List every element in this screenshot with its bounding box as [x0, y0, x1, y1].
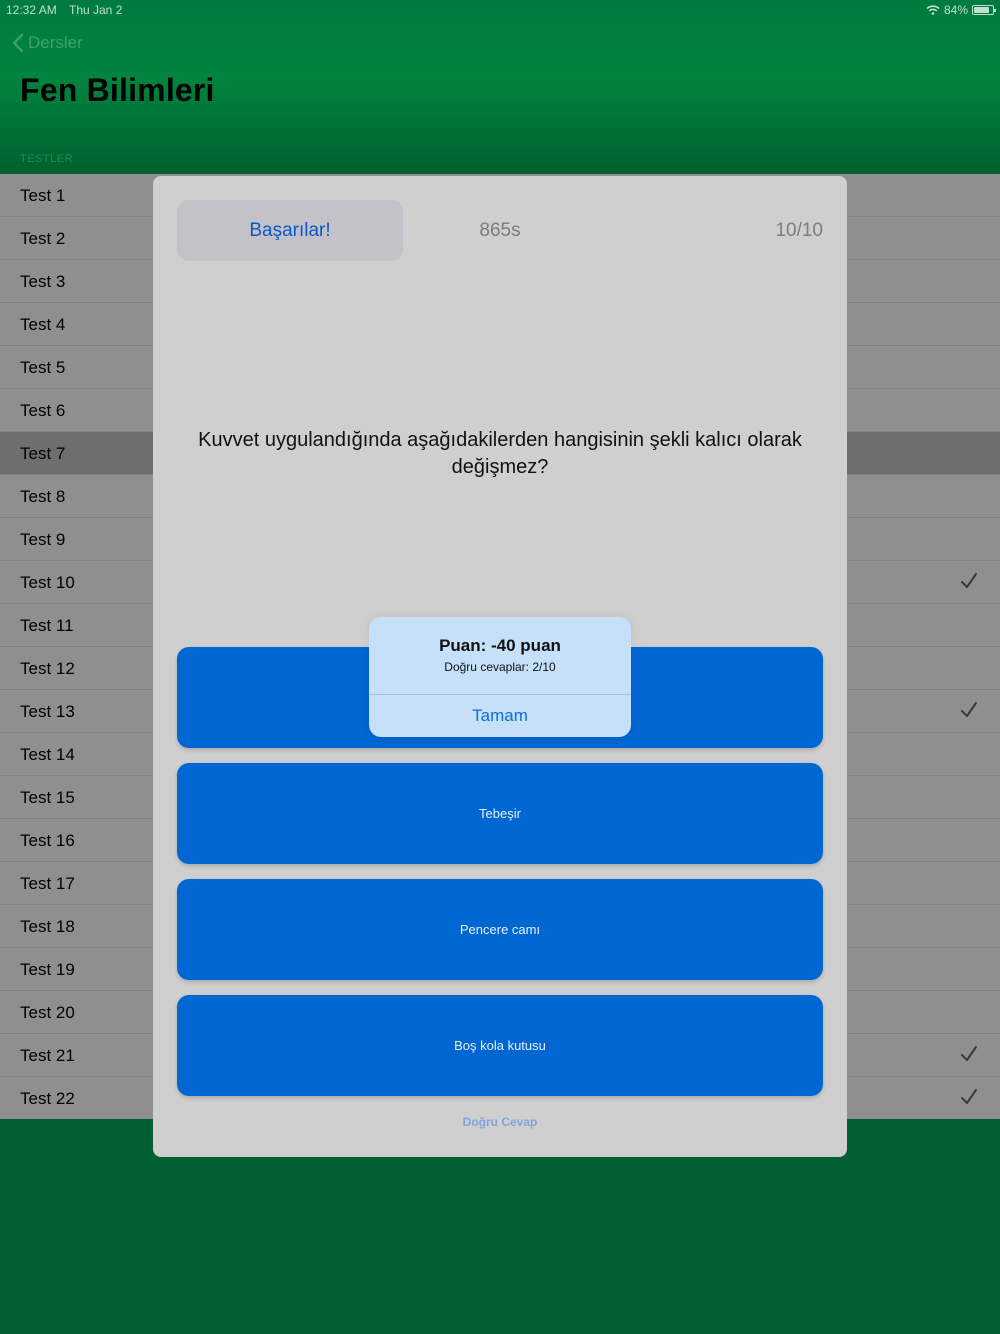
- list-item-label: Test 4: [20, 315, 66, 334]
- status-time: 12:32 AM: [6, 3, 57, 17]
- correct-answer-label: Doğru Cevap: [462, 1115, 538, 1129]
- chevron-left-icon: [12, 33, 24, 53]
- praise-button[interactable]: Başarılar!: [177, 200, 403, 261]
- list-item-label: Test 18: [20, 917, 75, 936]
- list-item-label: Test 11: [20, 616, 74, 635]
- checkmark-icon: [961, 573, 977, 588]
- checkmark-icon: [961, 1046, 977, 1061]
- list-item-label: Test 10: [20, 573, 75, 592]
- list-item-label: Test 5: [20, 358, 66, 377]
- list-item-label: Test 12: [20, 659, 75, 678]
- answer-button-3[interactable]: Pencere camı: [177, 879, 823, 980]
- list-item-label: Test 17: [20, 874, 75, 893]
- section-header: TESTLER: [20, 153, 74, 165]
- ok-button[interactable]: Tamam: [369, 695, 631, 737]
- back-button[interactable]: Dersler: [12, 33, 83, 53]
- checkmark-icon: [961, 702, 977, 717]
- list-item-label: Test 21: [20, 1046, 75, 1065]
- status-date: Thu Jan 2: [69, 3, 123, 17]
- list-item-label: Test 7: [20, 444, 66, 463]
- list-item-label: Test 2: [20, 229, 66, 248]
- battery-percent: 84%: [943, 3, 968, 17]
- page-title: Fen Bilimleri: [20, 72, 215, 108]
- wifi-icon: [926, 5, 940, 15]
- checkmark-icon: [961, 1089, 977, 1104]
- score-alert: Puan: -40 puan Doğru cevaplar: 2/10 Tama…: [369, 617, 631, 737]
- list-item-label: Test 13: [20, 702, 75, 721]
- back-label: Dersler: [28, 33, 83, 52]
- list-item-label: Test 22: [20, 1089, 75, 1108]
- answer-button-2[interactable]: Tebeşir: [177, 763, 823, 864]
- battery-level: [974, 7, 989, 13]
- list-item-label: Test 9: [20, 530, 66, 549]
- status-bar: 12:32 AM Thu Jan 2 84%: [0, 0, 1000, 20]
- answer-button-4[interactable]: Boş kola kutusu: [177, 995, 823, 1096]
- list-item-label: Test 14: [20, 745, 75, 764]
- list-item-label: Test 19: [20, 960, 75, 979]
- status-indicators: 84%: [926, 3, 996, 17]
- list-item-label: Test 3: [20, 272, 66, 291]
- progress-label: 10/10: [775, 220, 823, 241]
- list-item-label: Test 8: [20, 487, 66, 506]
- alert-message: Doğru cevaplar: 2/10: [444, 660, 556, 674]
- question-text: Kuvvet uygulandığında aşağıdakilerden ha…: [198, 429, 802, 478]
- list-item-label: Test 16: [20, 831, 75, 850]
- list-item-label: Test 15: [20, 788, 75, 807]
- timer-label: 865s: [479, 220, 521, 241]
- battery-icon: [972, 5, 996, 15]
- list-item-label: Test 6: [20, 401, 66, 420]
- list-item-label: Test 1: [20, 186, 66, 205]
- alert-title: Puan: -40 puan: [439, 636, 561, 655]
- list-item-label: Test 20: [20, 1003, 75, 1022]
